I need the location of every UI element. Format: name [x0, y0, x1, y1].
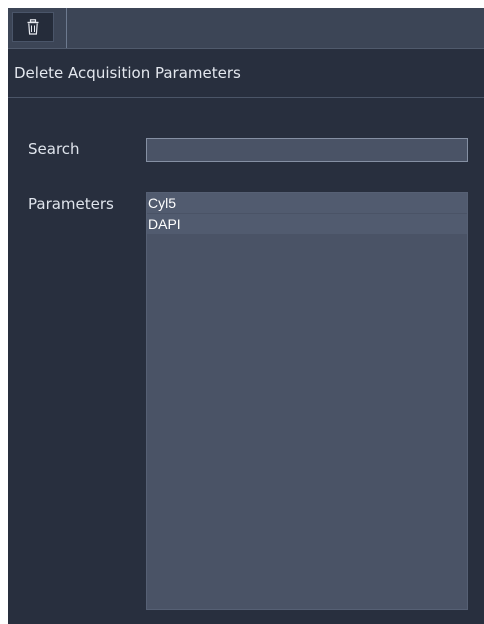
tab-divider — [66, 8, 67, 48]
list-item-cyl5[interactable]: Cyl5 — [147, 193, 467, 213]
search-label: Search — [28, 140, 80, 158]
trash-icon — [27, 19, 39, 35]
parameters-label: Parameters — [28, 195, 114, 213]
parameters-list[interactable]: Cyl5 DAPI — [146, 192, 468, 610]
panel-header: Delete Acquisition Parameters — [8, 49, 484, 98]
search-input[interactable] — [146, 138, 468, 162]
tab-bar — [8, 8, 484, 49]
delete-acquisition-parameters-panel: Delete Acquisition Parameters Search Par… — [8, 8, 484, 624]
panel-title: Delete Acquisition Parameters — [14, 64, 241, 82]
list-item-dapi[interactable]: DAPI — [147, 214, 467, 234]
tab-delete[interactable] — [12, 12, 54, 42]
